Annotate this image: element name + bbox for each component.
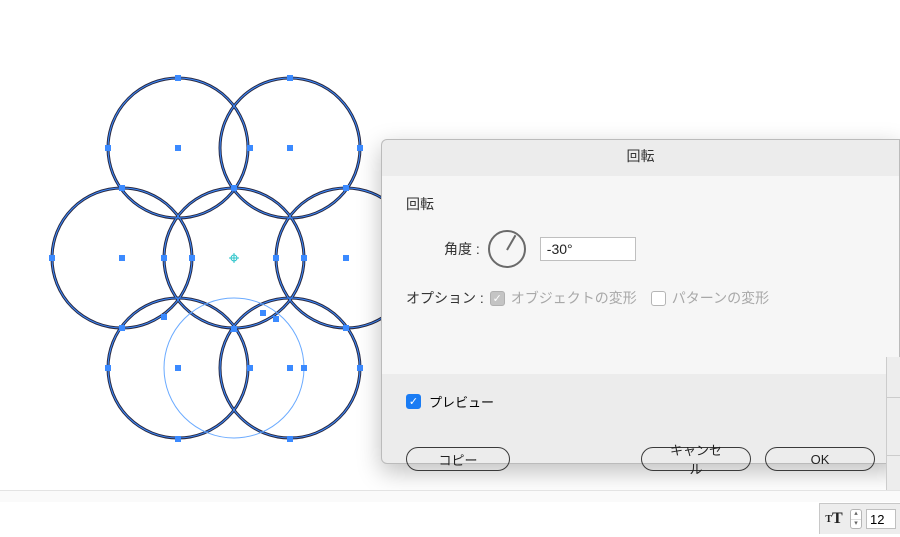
angle-dial-indicator	[506, 235, 516, 251]
horizontal-scrollbar[interactable]	[0, 490, 900, 502]
options-label: オプション :	[406, 288, 484, 308]
preview-checkbox[interactable]: ✓	[406, 394, 421, 409]
dialog-title: 回転	[382, 140, 899, 176]
transform-objects-checkbox[interactable]: ✓ オブジェクトの変形	[490, 288, 637, 308]
checkmark-icon: ✓	[490, 291, 505, 306]
stepper-up-icon: ▴	[851, 510, 861, 520]
transform-objects-label: オブジェクトの変形	[511, 288, 637, 308]
copy-button[interactable]: コピー	[406, 447, 510, 471]
anchor-handles	[49, 75, 363, 442]
font-size-input[interactable]: 12	[866, 509, 896, 529]
panel-stub-a[interactable]	[886, 357, 900, 397]
transform-patterns-checkbox[interactable]: パターンの変形	[651, 288, 769, 308]
rotate-dialog: 回転 回転 角度 : オプション : ✓ オブジェクトの変形 パターンの変形 ✓…	[381, 139, 900, 464]
angle-dial[interactable]	[488, 230, 526, 268]
panel-stub-c[interactable]	[886, 455, 900, 490]
transform-patterns-label: パターンの変形	[672, 288, 769, 308]
type-size-controls: TT ▴ ▾ 12	[819, 503, 900, 534]
panel-stub-b[interactable]	[886, 397, 900, 455]
font-size-stepper[interactable]: ▴ ▾	[850, 509, 862, 529]
preview-label: プレビュー	[429, 392, 494, 411]
preview-row: ✓ プレビュー	[382, 374, 899, 411]
section-label: 回転	[406, 194, 875, 214]
pivot-crosshair	[229, 253, 239, 263]
dialog-body: 回転 角度 : オプション : ✓ オブジェクトの変形 パターンの変形	[382, 176, 899, 374]
ok-button[interactable]: OK	[765, 447, 875, 471]
options-row: オプション : ✓ オブジェクトの変形 パターンの変形	[406, 288, 875, 308]
cancel-button[interactable]: キャンセル	[641, 447, 751, 471]
buttons-row: コピー キャンセル OK	[382, 411, 899, 471]
angle-input[interactable]	[540, 237, 636, 261]
stepper-down-icon: ▾	[851, 520, 861, 529]
angle-row: 角度 :	[406, 230, 875, 268]
type-size-icon: TT	[824, 510, 846, 528]
angle-label: 角度 :	[444, 239, 480, 259]
checkbox-empty-icon	[651, 291, 666, 306]
